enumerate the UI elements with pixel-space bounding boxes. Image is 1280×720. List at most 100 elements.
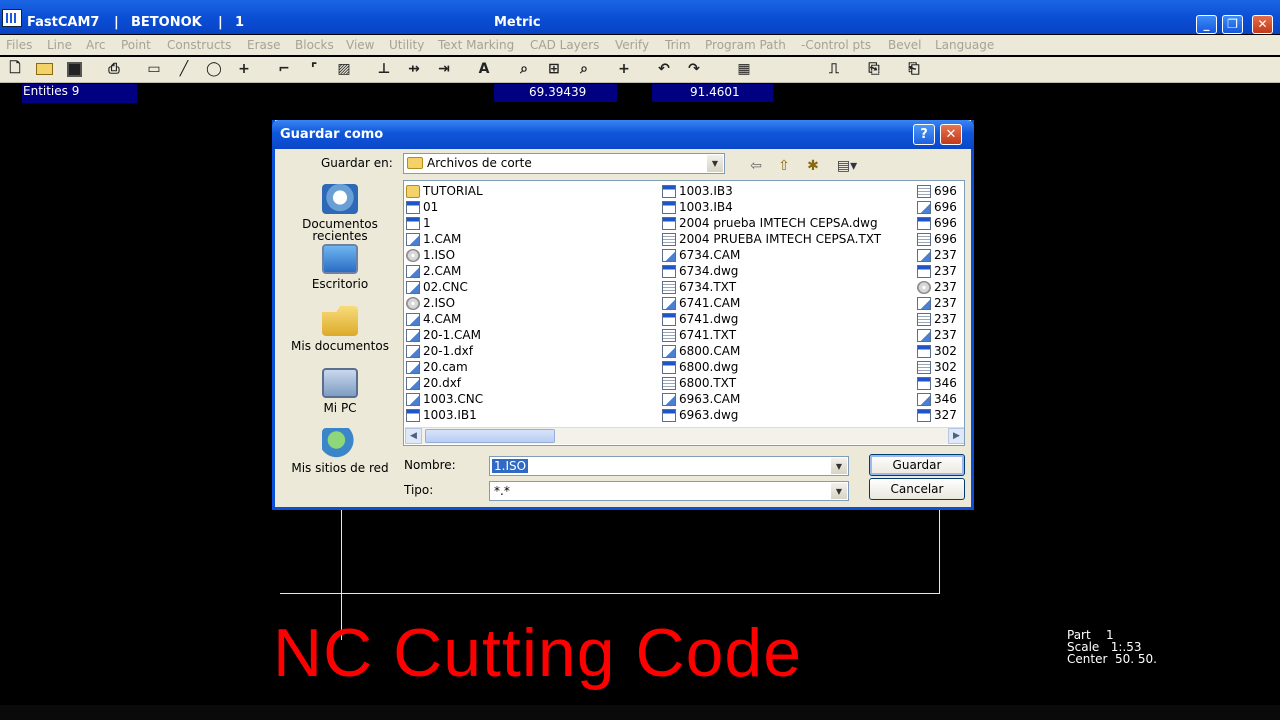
menu-constructs[interactable]: Constructs bbox=[167, 38, 231, 52]
save-icon[interactable] bbox=[64, 59, 84, 79]
file-type-select[interactable]: *.* ▼ bbox=[489, 481, 849, 501]
zoom-extents-icon[interactable]: ⊞ bbox=[544, 59, 564, 79]
menu-blocks[interactable]: Blocks bbox=[295, 38, 334, 52]
scroll-thumb[interactable] bbox=[425, 429, 555, 443]
trim-icon[interactable]: ⊥ bbox=[374, 59, 394, 79]
menu-verify[interactable]: Verify bbox=[615, 38, 649, 52]
help-button[interactable]: ? bbox=[913, 124, 935, 145]
file-item[interactable]: 1.ISO bbox=[406, 247, 483, 263]
point-icon[interactable]: + bbox=[234, 59, 254, 79]
extend-icon[interactable]: ⇸ bbox=[404, 59, 424, 79]
file-item[interactable]: 6741.CAM bbox=[662, 295, 881, 311]
menu-bevel[interactable]: Bevel bbox=[888, 38, 921, 52]
file-item[interactable]: 237 bbox=[917, 311, 957, 327]
file-item[interactable]: 6800.CAM bbox=[662, 343, 881, 359]
horizontal-scrollbar[interactable]: ◀ ▶ bbox=[405, 427, 964, 444]
file-item[interactable]: 237 bbox=[917, 279, 957, 295]
menu-text-marking[interactable]: Text Marking bbox=[438, 38, 514, 52]
place-recent[interactable]: Documentos recientes bbox=[284, 184, 396, 242]
nest-icon[interactable]: ▦ bbox=[734, 59, 754, 79]
menu-view[interactable]: View bbox=[346, 38, 374, 52]
file-item[interactable]: 302 bbox=[917, 359, 957, 375]
chevron-down-icon[interactable]: ▼ bbox=[831, 458, 847, 474]
file-list[interactable]: TUTORIAL 01 1 1.CAM 1.ISO 2.CAM 02.CNC 2.ISO 4.C… bbox=[403, 180, 965, 446]
file-item[interactable]: 302 bbox=[917, 343, 957, 359]
cancel-button[interactable]: Cancelar bbox=[869, 478, 965, 500]
menu-trim[interactable]: Trim bbox=[665, 38, 691, 52]
file-item[interactable]: 20.cam bbox=[406, 359, 483, 375]
menu-point[interactable]: Point bbox=[121, 38, 151, 52]
menu-cad-layers[interactable]: CAD Layers bbox=[530, 38, 599, 52]
dialog-close-button[interactable]: ✕ bbox=[940, 124, 962, 145]
redo-icon[interactable]: ↷ bbox=[684, 59, 704, 79]
file-item[interactable]: 6800.TXT bbox=[662, 375, 881, 391]
place-network[interactable]: Mis sitios de red bbox=[284, 428, 396, 474]
up-folder-icon[interactable]: ⇧ bbox=[774, 157, 794, 175]
place-desktop[interactable]: Escritorio bbox=[284, 244, 396, 290]
file-item[interactable]: 6800.dwg bbox=[662, 359, 881, 375]
menu-arc[interactable]: Arc bbox=[86, 38, 105, 52]
view-menu-icon[interactable]: ▤▾ bbox=[832, 157, 862, 175]
file-item[interactable]: 2004 prueba IMTECH CEPSA.dwg bbox=[662, 215, 881, 231]
file-item[interactable]: 20-1.dxf bbox=[406, 343, 483, 359]
file-item[interactable]: 237 bbox=[917, 327, 957, 343]
menu-line[interactable]: Line bbox=[47, 38, 72, 52]
file-item[interactable]: 237 bbox=[917, 247, 957, 263]
move-icon[interactable]: ⇥ bbox=[434, 59, 454, 79]
place-my-computer[interactable]: Mi PC bbox=[284, 368, 396, 414]
path-icon[interactable]: ⎍ bbox=[824, 59, 844, 79]
menu-erase[interactable]: Erase bbox=[247, 38, 281, 52]
file-item[interactable]: 6734.CAM bbox=[662, 247, 881, 263]
file-item[interactable]: 6741.dwg bbox=[662, 311, 881, 327]
undo-icon[interactable]: ↶ bbox=[654, 59, 674, 79]
new-folder-icon[interactable]: ✱ bbox=[803, 157, 823, 175]
menu-control-pts[interactable]: -Control pts bbox=[801, 38, 871, 52]
post-icon[interactable]: ⎗ bbox=[904, 59, 924, 79]
file-item[interactable]: 6963.dwg bbox=[662, 407, 881, 423]
file-item[interactable]: 1003.CNC bbox=[406, 391, 483, 407]
file-item[interactable]: 696 bbox=[917, 183, 957, 199]
minimize-button[interactable]: _ bbox=[1196, 15, 1217, 34]
place-my-documents[interactable]: Mis documentos bbox=[284, 306, 396, 352]
file-item[interactable]: 1.CAM bbox=[406, 231, 483, 247]
file-item[interactable]: 6734.TXT bbox=[662, 279, 881, 295]
file-item[interactable]: 346 bbox=[917, 375, 957, 391]
file-item[interactable]: 01 bbox=[406, 199, 483, 215]
text-icon[interactable]: A bbox=[474, 59, 494, 79]
print-icon[interactable]: ⎙ bbox=[104, 59, 124, 79]
fill-icon[interactable]: ▨ bbox=[334, 59, 354, 79]
new-file-icon[interactable]: 🗋 bbox=[5, 59, 25, 79]
origin-icon[interactable]: + bbox=[614, 59, 634, 79]
menu-files[interactable]: Files bbox=[6, 38, 32, 52]
zoom-window-icon[interactable]: ⌕ bbox=[514, 59, 534, 79]
save-button[interactable]: Guardar bbox=[869, 454, 965, 476]
file-item[interactable]: 1003.IB4 bbox=[662, 199, 881, 215]
circle-icon[interactable]: ◯ bbox=[204, 59, 224, 79]
file-item[interactable]: 6734.dwg bbox=[662, 263, 881, 279]
close-button[interactable]: ✕ bbox=[1252, 15, 1273, 34]
file-item[interactable]: 20-1.CAM bbox=[406, 327, 483, 343]
menu-program-path[interactable]: Program Path bbox=[705, 38, 786, 52]
rectangle-icon[interactable]: ▭ bbox=[144, 59, 164, 79]
file-item[interactable]: 327 bbox=[917, 407, 957, 423]
scroll-left-icon[interactable]: ◀ bbox=[405, 428, 422, 444]
file-item[interactable]: 6741.TXT bbox=[662, 327, 881, 343]
verify-icon[interactable]: ⎘ bbox=[864, 59, 884, 79]
zoom-previous-icon[interactable]: ⌕ bbox=[574, 59, 594, 79]
file-item[interactable]: 696 bbox=[917, 199, 957, 215]
file-item[interactable]: 1003.IB3 bbox=[662, 183, 881, 199]
open-file-icon[interactable] bbox=[34, 59, 54, 79]
scroll-right-icon[interactable]: ▶ bbox=[948, 428, 964, 444]
file-item[interactable]: TUTORIAL bbox=[406, 183, 483, 199]
file-item[interactable]: 1 bbox=[406, 215, 483, 231]
file-name-input[interactable]: 1.ISO ▼ bbox=[489, 456, 849, 476]
file-item[interactable]: 6963.CAM bbox=[662, 391, 881, 407]
chamfer-icon[interactable]: ⌜ bbox=[304, 59, 324, 79]
file-item[interactable]: 2.CAM bbox=[406, 263, 483, 279]
restore-button[interactable]: ❐ bbox=[1222, 15, 1243, 34]
file-item[interactable]: 2004 PRUEBA IMTECH CEPSA.TXT bbox=[662, 231, 881, 247]
fillet-icon[interactable]: ⌐ bbox=[274, 59, 294, 79]
file-item[interactable]: 1003.IB1 bbox=[406, 407, 483, 423]
file-item[interactable]: 20.dxf bbox=[406, 375, 483, 391]
file-item[interactable]: 02.CNC bbox=[406, 279, 483, 295]
